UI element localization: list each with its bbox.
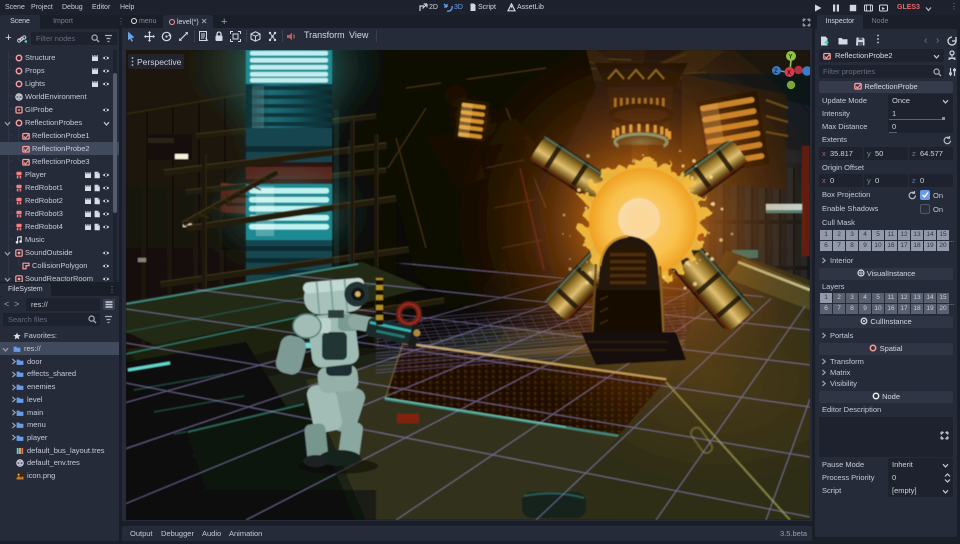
svg-text:Perspective: Perspective xyxy=(137,57,182,67)
svg-text:X: X xyxy=(787,71,791,77)
svg-text:Y: Y xyxy=(789,54,793,60)
svg-text:Z: Z xyxy=(774,69,778,75)
